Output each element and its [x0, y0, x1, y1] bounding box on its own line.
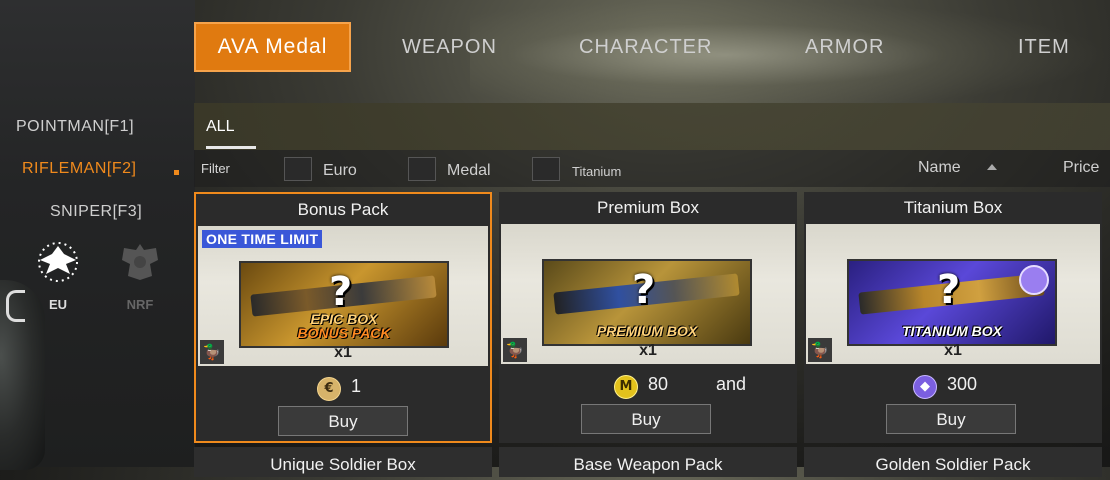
price-row: M 80 and: [499, 374, 797, 399]
price-conjunction: and: [716, 374, 747, 394]
card-image-area: ONE TIME LIMIT ? EPIC BOX BONUS PACK 🦆 x…: [198, 226, 488, 366]
price-value: 80: [648, 374, 669, 394]
box-caption-line-1: EPIC BOX: [310, 311, 378, 327]
quantity: x1: [944, 342, 962, 359]
quantity: x1: [334, 344, 352, 361]
medal-icon: M: [614, 375, 638, 399]
card-title: Titanium Box: [903, 198, 1003, 217]
active-indicator: [174, 170, 179, 175]
tab-ava-medal[interactable]: AVA Medal: [194, 22, 351, 72]
faction-nrf[interactable]: NRF: [110, 240, 170, 312]
buy-button[interactable]: Buy: [886, 404, 1016, 434]
question-mark-icon: ?: [632, 267, 656, 313]
top-tabs: AVA Medal WEAPON CHARACTER ARMOR ITEM: [194, 22, 1110, 74]
medal-checkbox-label: Medal: [447, 162, 491, 179]
card-title: Premium Box: [596, 198, 700, 217]
tab-armor[interactable]: ARMOR: [805, 22, 884, 72]
box-caption-line-1: PREMIUM BOX: [596, 323, 698, 339]
box-caption-line-2: BONUS PACK: [297, 325, 391, 341]
price-row: € 1: [196, 376, 490, 401]
box-image: ? PREMIUM BOX: [542, 259, 752, 346]
faction-eu-label: EU: [48, 297, 68, 312]
card-title: Base Weapon Pack: [573, 455, 723, 474]
limit-badge: ONE TIME LIMIT: [202, 230, 323, 248]
card-title: Bonus Pack: [297, 200, 389, 219]
faction-eu[interactable]: EU: [28, 240, 88, 312]
shop-card-base-weapon-pack[interactable]: Base Weapon Pack: [499, 447, 797, 477]
card-title: Golden Soldier Pack: [875, 455, 1031, 474]
box-caption: EPIC BOX BONUS PACK: [241, 312, 447, 340]
subtab-all[interactable]: ALL: [206, 103, 234, 150]
titanium-checkbox[interactable]: [532, 157, 560, 181]
box-image: ? TITANIUM BOX: [847, 259, 1057, 346]
titanium-icon: ◆: [913, 375, 937, 399]
quantity: x1: [639, 342, 657, 359]
side-item-rifleman[interactable]: RIFLEMAN[F2]: [22, 160, 136, 178]
titanium-badge-icon: [1019, 265, 1049, 295]
subcategory-bar: ALL: [194, 103, 1110, 150]
box-caption: PREMIUM BOX: [544, 324, 750, 338]
shop-card-bonus-pack[interactable]: Bonus Pack ONE TIME LIMIT ? EPIC BOX BON…: [194, 192, 492, 443]
soldier-mark: [6, 290, 25, 322]
price-value: 1: [351, 376, 362, 396]
tab-item[interactable]: ITEM: [1018, 22, 1070, 72]
subtab-underline: [206, 146, 256, 149]
sort-by-price[interactable]: Price: [1063, 159, 1099, 177]
side-item-sniper[interactable]: SNIPER[F3]: [50, 203, 142, 221]
box-image: ? EPIC BOX BONUS PACK: [239, 261, 449, 348]
faction-nrf-label: NRF: [126, 297, 154, 312]
question-mark-icon: ?: [329, 269, 353, 315]
shop-card-titanium-box[interactable]: Titanium Box ? TITANIUM BOX 🦆 x1 ◆ 300 B…: [804, 192, 1102, 443]
shop-card-golden-soldier-pack[interactable]: Golden Soldier Pack: [804, 447, 1102, 477]
nrf-eagle-icon: [110, 240, 170, 295]
card-image-area: ? TITANIUM BOX 🦆 x1: [806, 224, 1100, 364]
medal-checkbox[interactable]: [408, 157, 436, 181]
price-row: ◆ 300: [804, 374, 1102, 399]
filter-label: Filter: [201, 161, 230, 176]
box-caption: TITANIUM BOX: [849, 324, 1055, 338]
sort-by-name[interactable]: Name: [918, 159, 961, 177]
tab-character[interactable]: CHARACTER: [579, 22, 712, 72]
eu-eagle-icon: [28, 240, 88, 295]
euro-checkbox-label: Euro: [323, 162, 357, 179]
titanium-checkbox-label: Titanium: [572, 164, 622, 179]
side-item-pointman[interactable]: POINTMAN[F1]: [16, 118, 134, 136]
buy-button[interactable]: Buy: [278, 406, 408, 436]
question-mark-icon: ?: [937, 267, 961, 313]
euro-checkbox[interactable]: [284, 157, 312, 181]
buy-button[interactable]: Buy: [581, 404, 711, 434]
shop-card-premium-box[interactable]: Premium Box ? PREMIUM BOX 🦆 x1 M 80 and …: [499, 192, 797, 443]
sort-ascending-icon: [987, 164, 997, 170]
price-value: 300: [947, 374, 978, 394]
card-image-area: ? PREMIUM BOX 🦆 x1: [501, 224, 795, 364]
card-title: Unique Soldier Box: [270, 455, 416, 474]
box-caption-line-1: TITANIUM BOX: [901, 323, 1003, 339]
euro-icon: €: [317, 377, 341, 401]
tab-weapon[interactable]: WEAPON: [402, 22, 497, 72]
shop-card-unique-soldier-box[interactable]: Unique Soldier Box: [194, 447, 492, 477]
filter-bar: Filter Euro Medal Titanium Name Price: [194, 150, 1110, 187]
